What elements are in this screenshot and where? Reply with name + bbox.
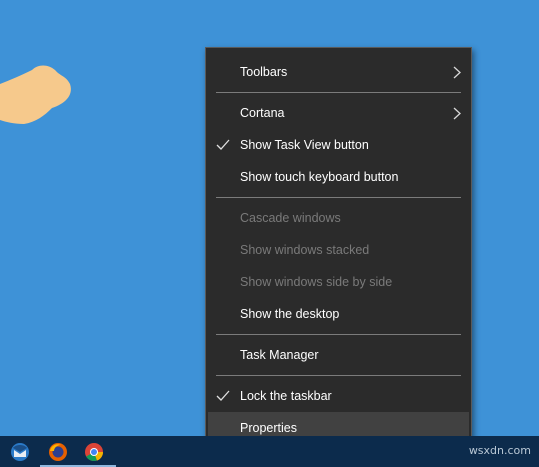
menu-separator (216, 92, 461, 93)
menu-item-label: Show Task View button (240, 138, 369, 152)
chevron-right-icon (453, 107, 461, 120)
menu-item-label: Show windows side by side (240, 275, 393, 289)
menu-item-label: Toolbars (240, 65, 288, 79)
checkmark-icon (216, 390, 230, 401)
menu-item-show-the-desktop[interactable]: Show the desktop (206, 298, 471, 330)
menu-item-label: Cortana (240, 106, 285, 120)
menu-separator (216, 375, 461, 376)
menu-item-show-task-view-button[interactable]: Show Task View button (206, 129, 471, 161)
menu-item-show-windows-stacked: Show windows stacked (206, 234, 471, 266)
thunderbird-icon[interactable] (10, 442, 30, 462)
menu-item-label: Show windows stacked (240, 243, 370, 257)
watermark-text: wsxdn.com (468, 444, 531, 457)
menu-item-label: Cascade windows (240, 211, 341, 225)
menu-item-cascade-windows: Cascade windows (206, 202, 471, 234)
taskbar-context-menu: Toolbars Cortana Show Task View button S… (205, 47, 472, 453)
menu-item-show-windows-side-by-side: Show windows side by side (206, 266, 471, 298)
menu-item-show-touch-keyboard-button[interactable]: Show touch keyboard button (206, 161, 471, 193)
menu-item-label: Task Manager (240, 348, 319, 362)
chevron-right-icon (453, 66, 461, 79)
menu-item-label: Lock the taskbar (240, 389, 332, 403)
hand-shape-image (0, 65, 71, 124)
menu-item-toolbars[interactable]: Toolbars (206, 56, 471, 88)
menu-separator (216, 197, 461, 198)
menu-item-label: Show touch keyboard button (240, 170, 399, 184)
menu-separator (216, 334, 461, 335)
menu-item-label: Properties (240, 421, 297, 435)
menu-item-cortana[interactable]: Cortana (206, 97, 471, 129)
checkmark-icon (216, 139, 230, 150)
firefox-icon[interactable] (48, 442, 68, 462)
menu-item-lock-the-taskbar[interactable]: Lock the taskbar (206, 380, 471, 412)
menu-item-label: Show the desktop (240, 307, 340, 321)
taskbar: wsxdn.com (0, 436, 539, 467)
chrome-icon[interactable] (84, 442, 104, 462)
menu-item-task-manager[interactable]: Task Manager (206, 339, 471, 371)
